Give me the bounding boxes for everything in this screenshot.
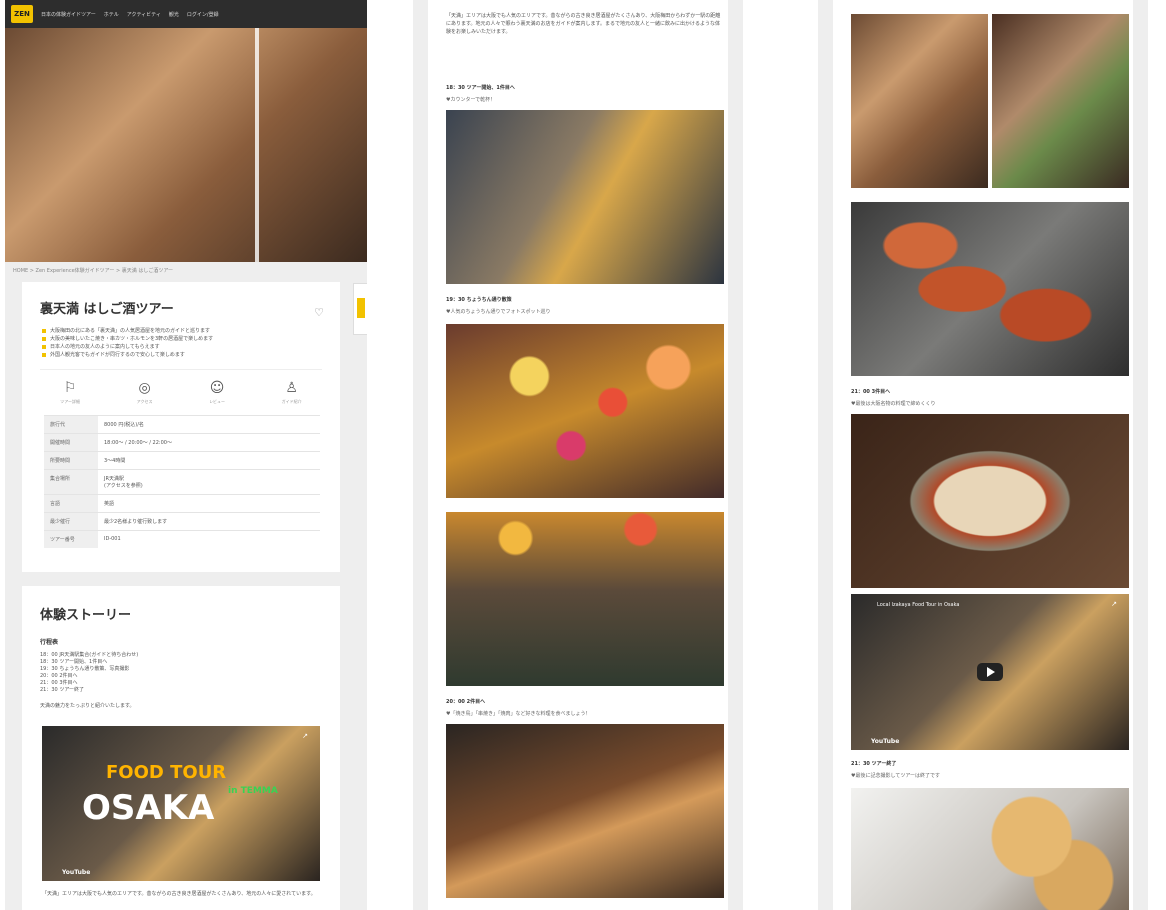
section-caption: 21：00 3件目へ — [851, 389, 891, 395]
photo-taiyaki-bun — [851, 788, 1129, 910]
embedded-video[interactable]: Local Izakaya Food Tour in Osaka ↗ YouTu… — [851, 594, 1129, 750]
site-logo[interactable]: ZEN — [11, 5, 33, 23]
guide-icon: ♙ — [285, 380, 298, 396]
section-subcaption: ♥「焼き鳥」「串焼き」「焼肉」など好きな料理を食べましょう！ — [446, 711, 591, 717]
share-icon[interactable]: ↗ — [1111, 600, 1117, 608]
schedule-heading: 行程表 — [40, 639, 59, 646]
photo-noodle-plate — [851, 414, 1129, 588]
schedule-list: 18：00 JR天満駅集合(ガイドと待ち合わせ) 18：30 ツアー開始、1件目… — [40, 652, 139, 693]
photo-izakaya-friends — [851, 14, 988, 188]
tab-access[interactable]: ◎ アクセス — [137, 380, 153, 405]
highlight-item: 大阪梅田の北にある「裏天満」の人気居酒屋を地元のガイドと巡ります — [42, 327, 322, 335]
table-row: 所要時間 3〜4時間 — [44, 451, 320, 470]
tour-icon-tabs: ⚐ ツアー詳細 ◎ アクセス ☺ レビュー ♙ ガイド紹介 — [22, 370, 340, 405]
page-column-3: 21：00 3件目へ ♥最後は大阪名物の料理で締めくくり Local Izaka… — [818, 0, 1148, 910]
table-row: 開催時間 18:00〜 / 20:00〜 / 22:00〜 — [44, 433, 320, 452]
tour-title: 裏天満 はしご酒ツアー — [40, 302, 174, 317]
story-card: 体験ストーリー 行程表 18：00 JR天満駅集合(ガイドと待ち合わせ) 18：… — [22, 586, 340, 910]
photo-beer-toast — [446, 110, 724, 284]
section-subcaption: ♥最後に記念撮影してツアーは終了です — [851, 773, 941, 779]
video-title-line2: OSAKA — [82, 788, 215, 828]
story-video[interactable]: FOOD TOUR OSAKA in TEMMA ↗ YouTube — [42, 726, 320, 881]
photo-lantern-street — [446, 324, 724, 498]
story-paragraph: 「天満」エリアは大阪でも人気のエリアです。昔ながらの古き良き居酒屋がたくさんあり… — [42, 891, 316, 897]
video-tag: in TEMMA — [228, 786, 278, 796]
table-row: ツアー番号 ID-001 — [44, 530, 320, 548]
section-caption: 18：30 ツアー開始、1件目へ — [446, 85, 515, 91]
tour-summary-card: 裏天満 はしご酒ツアー ♡ 大阪梅田の北にある「裏天満」の人気居酒屋を地元のガイ… — [22, 282, 340, 572]
intro-paragraph: 「天満」エリアは大阪でも人気のエリアです。昔ながらの古き良き居酒屋がたくさんあり… — [446, 13, 721, 35]
tab-guide[interactable]: ♙ ガイド紹介 — [282, 380, 302, 405]
story-content-card: 「天満」エリアは大阪でも人気のエリアです。昔ながらの古き良き居酒屋がたくさんあり… — [428, 0, 728, 910]
breadcrumb[interactable]: HOME > Zen Experience体験ガイドツアー > 裏天満 はしご酒… — [5, 262, 367, 279]
section-subcaption: ♥人気のちょうちん通りでフォトスポット巡り — [446, 309, 551, 315]
photo-yakiniku-grill — [851, 202, 1129, 376]
hero-photo — [5, 28, 367, 262]
photo-izakaya-dishes — [992, 14, 1129, 188]
tab-reviews[interactable]: ☺ レビュー — [209, 380, 225, 405]
side-booking-tab[interactable] — [353, 283, 367, 335]
tour-highlights: 大阪梅田の北にある「裏天満」の人気居酒屋を地元のガイドと巡ります 大阪の美味しい… — [22, 317, 340, 359]
favorite-heart-icon[interactable]: ♡ — [314, 306, 324, 319]
page-column-1: ZEN 日本の体験ガイドツアー ホテル アクティビティ 観光 ログイン/登録 H… — [5, 0, 367, 910]
section-subcaption: ♥最後は大阪名物の料理で締めくくり — [851, 401, 936, 407]
nav-item-activity[interactable]: アクティビティ — [127, 11, 161, 18]
highlight-item: 大阪の美味しいたこ焼き・串カツ・ホルモンを3軒の居酒屋で楽しめます — [42, 335, 322, 343]
map-pin-icon: ◎ — [138, 380, 151, 396]
section-subcaption: ♥カウンターで乾杯！ — [446, 97, 496, 103]
top-nav: ZEN 日本の体験ガイドツアー ホテル アクティビティ 観光 ログイン/登録 — [5, 0, 367, 28]
page-column-2: 「天満」エリアは大阪でも人気のエリアです。昔ながらの古き良き居酒屋がたくさんあり… — [413, 0, 743, 910]
youtube-logo[interactable]: YouTube — [871, 738, 899, 745]
tour-info-table: 旅行代 8000 円(税込)/名 開催時間 18:00〜 / 20:00〜 / 22… — [44, 415, 320, 548]
video-title-line1: FOOD TOUR — [106, 762, 227, 783]
chat-icon: ☺ — [209, 380, 225, 396]
table-row: 旅行代 8000 円(税込)/名 — [44, 415, 320, 434]
nav-item-sightseeing[interactable]: 観光 — [169, 11, 179, 18]
section-caption: 21：30 ツアー終了 — [851, 761, 897, 767]
share-icon[interactable]: ↗ — [302, 732, 308, 740]
story-content-card-2: 21：00 3件目へ ♥最後は大阪名物の料理で締めくくり Local Izaka… — [833, 0, 1133, 910]
nav-item-hotel[interactable]: ホテル — [104, 11, 119, 18]
flag-icon: ⚐ — [63, 380, 77, 396]
nav-item-login[interactable]: ログイン/登録 — [187, 11, 219, 18]
section-caption: 20：00 2件目へ — [446, 699, 486, 705]
highlight-item: 日本人の地元の友人のように案内してもらえます — [42, 343, 322, 351]
play-icon[interactable] — [977, 663, 1003, 681]
story-title: 体験ストーリー — [40, 608, 132, 623]
photo-group-lanterns — [446, 512, 724, 686]
table-row: 最少催行 最少2名様より催行致します — [44, 512, 320, 531]
nav-item-tours[interactable]: 日本の体験ガイドツアー — [41, 11, 96, 18]
tab-details[interactable]: ⚐ ツアー詳細 — [60, 380, 80, 405]
youtube-logo[interactable]: YouTube — [62, 869, 90, 876]
highlight-item: 外国人観光客でもガイドが同行するので安心して楽しめます — [42, 351, 322, 359]
video-title: Local Izakaya Food Tour in Osaka — [877, 602, 960, 608]
schedule-note: 天満の魅力をたっぷりと紹介いたします。 — [40, 703, 135, 709]
section-caption: 19：30 ちょうちん通り散策 — [446, 297, 512, 303]
table-row: 言語 英語 — [44, 494, 320, 513]
photo-takoyaki-grill — [446, 724, 724, 898]
table-row: 集合場所 JR天満駅 (アクセスを参照) — [44, 469, 320, 495]
